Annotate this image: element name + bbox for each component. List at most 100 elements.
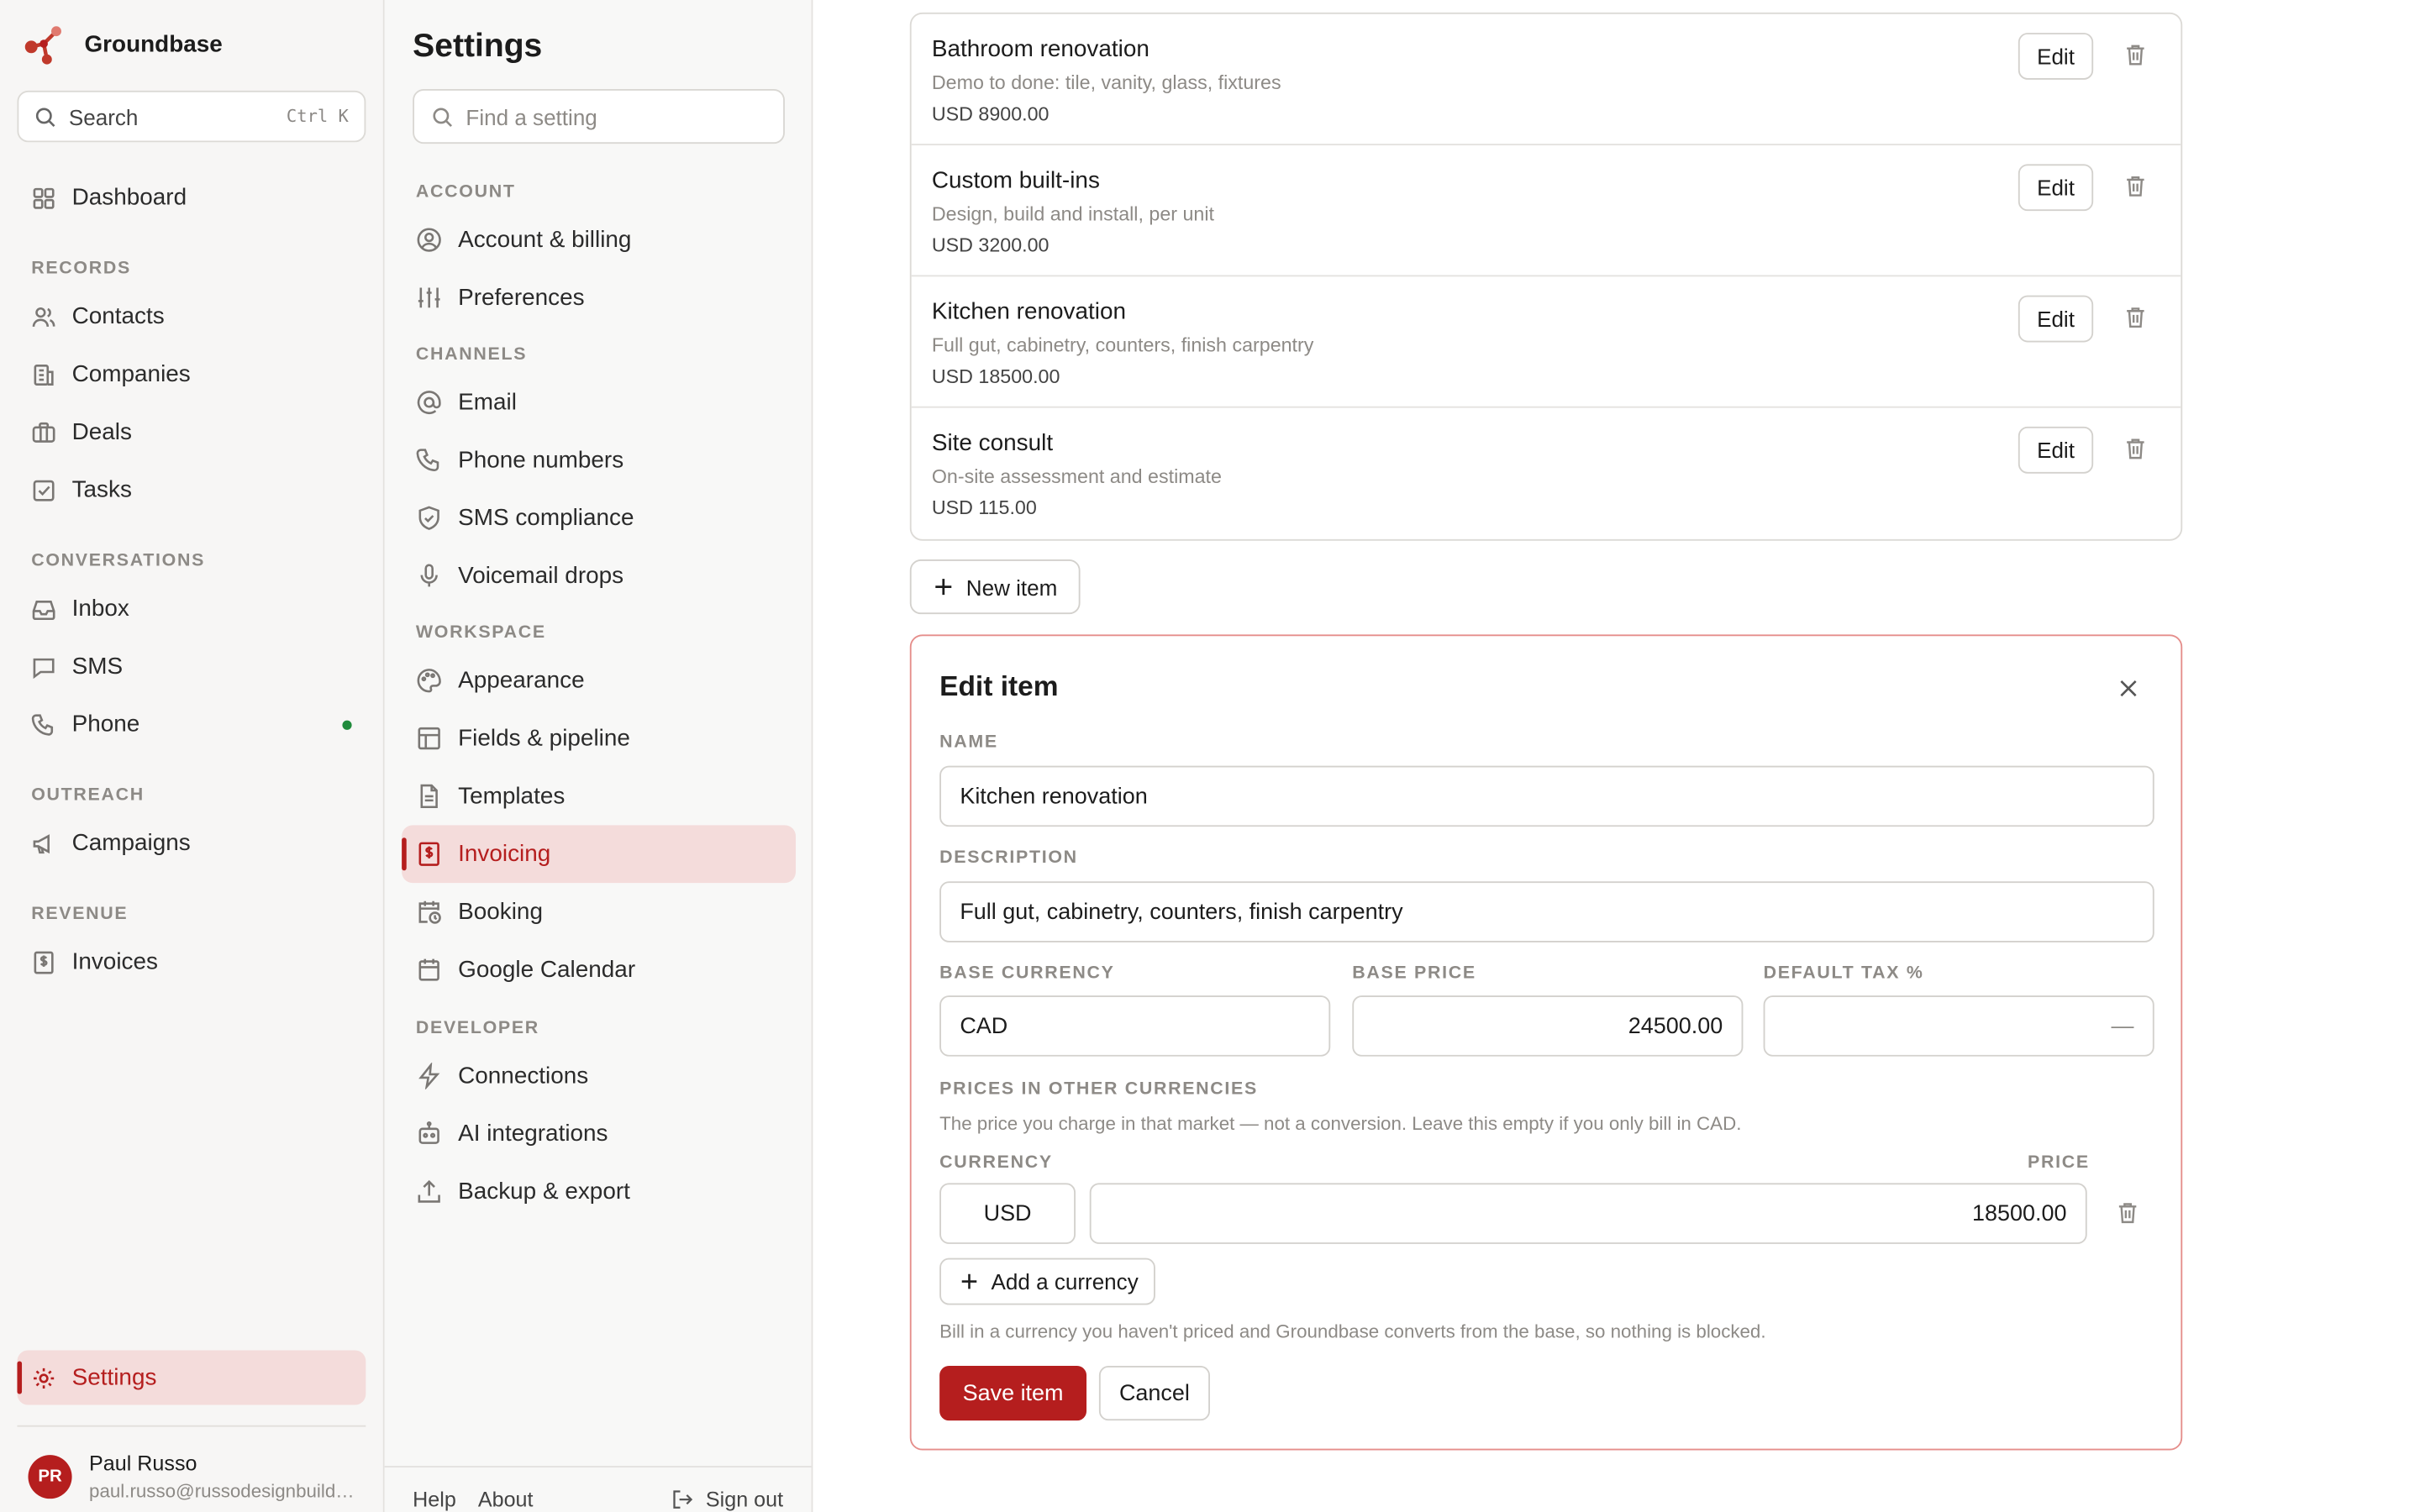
new-item-label: New item	[965, 574, 1058, 600]
help-link[interactable]: Help	[413, 1488, 456, 1511]
settings-label: Phone numbers	[458, 447, 624, 474]
global-search[interactable]: Search Ctrl K	[17, 90, 366, 143]
nav-group-revenue: REVENUE	[31, 905, 129, 924]
settings-item-sms-compliance[interactable]: SMS compliance	[402, 489, 796, 547]
item-price: USD 8900.00	[931, 102, 1050, 125]
invoice-icon	[416, 841, 443, 868]
base-currency-field[interactable]: CAD	[939, 995, 1331, 1057]
settings-item-preferences[interactable]: Preferences	[402, 269, 796, 327]
edit-button[interactable]: Edit	[2018, 33, 2094, 80]
settings-item-appearance[interactable]: Appearance	[402, 652, 796, 710]
default-tax-field[interactable]: —	[1763, 995, 2154, 1057]
settings-item-account-billing[interactable]: Account & billing	[402, 211, 796, 269]
currency-price-value: 18500.00	[1972, 1200, 2067, 1226]
nav-item-dashboard[interactable]: Dashboard	[17, 171, 366, 225]
item-name: Custom built-ins	[931, 167, 1100, 194]
description-field[interactable]: Full gut, cabinetry, counters, finish ca…	[939, 881, 2154, 942]
nav-item-invoices[interactable]: Invoices	[17, 935, 366, 990]
sign-out-button[interactable]: Sign out	[671, 1488, 783, 1511]
nav-item-settings[interactable]: Settings	[17, 1350, 366, 1405]
settings-label: Backup & export	[458, 1178, 630, 1205]
other-prices-label: PRICES IN OTHER CURRENCIES	[939, 1079, 1258, 1099]
nav-item-campaigns[interactable]: Campaigns	[17, 816, 366, 870]
edit-button[interactable]: Edit	[2018, 426, 2094, 474]
trash-icon[interactable]	[2115, 1200, 2140, 1226]
settings-item-invoicing[interactable]: Invoicing	[402, 825, 796, 884]
nav-item-inbox[interactable]: Inbox	[17, 581, 366, 636]
nav-item-sms[interactable]: SMS	[17, 639, 366, 694]
trash-icon[interactable]	[2123, 436, 2150, 463]
item-description: Demo to done: tile, vanity, glass, fixtu…	[931, 71, 1281, 94]
settings-label: Google Calendar	[458, 956, 636, 984]
nav-item-companies[interactable]: Companies	[17, 347, 366, 402]
base-currency-label: BASE CURRENCY	[939, 963, 1115, 984]
briefcase-icon	[31, 420, 56, 445]
add-currency-label: Add a currency	[991, 1268, 1139, 1294]
settings-group-workspace: WORKSPACE	[415, 623, 546, 643]
item-name: Bathroom renovation	[931, 35, 1150, 63]
base-currency-value: CAD	[960, 1013, 1008, 1039]
settings-item-google-calendar[interactable]: Google Calendar	[402, 941, 796, 999]
base-price-field[interactable]: 24500.00	[1352, 995, 1744, 1057]
nav-label: Phone	[71, 711, 140, 738]
settings-item-voicemail-drops[interactable]: Voicemail drops	[402, 547, 796, 605]
settings-item-email[interactable]: Email	[402, 374, 796, 432]
edit-button[interactable]: Edit	[2018, 164, 2094, 212]
nav-label: Companies	[71, 360, 191, 388]
trash-icon[interactable]	[2123, 305, 2150, 332]
description-label: DESCRIPTION	[939, 848, 1078, 868]
divider	[17, 1425, 366, 1427]
nav-item-phone[interactable]: Phone	[17, 697, 366, 752]
currency-price-field[interactable]: 18500.00	[1089, 1183, 2087, 1244]
add-currency-button[interactable]: Add a currency	[939, 1257, 1155, 1305]
settings-item-backup-export[interactable]: Backup & export	[402, 1163, 796, 1221]
name-field[interactable]: Kitchen renovation	[939, 765, 2154, 827]
settings-label: Voicemail drops	[458, 562, 624, 590]
currency-value: USD	[983, 1200, 1032, 1226]
close-icon[interactable]	[2118, 678, 2140, 700]
settings-item-fields-pipeline[interactable]: Fields & pipeline	[402, 710, 796, 768]
about-link[interactable]: About	[478, 1488, 534, 1511]
base-price-value: 24500.00	[1628, 1013, 1723, 1039]
shield-check-icon	[416, 505, 443, 532]
cancel-button[interactable]: Cancel	[1098, 1366, 1210, 1421]
checkbox-icon	[31, 477, 56, 502]
settings-item-ai-integrations[interactable]: AI integrations	[402, 1105, 796, 1163]
user-profile[interactable]: PR Paul Russo paul.russo@russodesignbuil…	[28, 1452, 358, 1502]
nav-item-deals[interactable]: Deals	[17, 405, 366, 459]
calendar-icon	[416, 957, 443, 984]
settings-item-connections[interactable]: Connections	[402, 1047, 796, 1105]
default-tax-label: DEFAULT TAX %	[1763, 963, 1924, 984]
settings-label: Preferences	[458, 284, 585, 312]
megaphone-icon	[31, 831, 56, 856]
nav-item-contacts[interactable]: Contacts	[17, 289, 366, 344]
edit-button[interactable]: Edit	[2018, 295, 2094, 343]
building-icon	[31, 362, 56, 387]
user-email: paul.russo@russodesignbuild.com	[89, 1479, 359, 1502]
nav-label: Deals	[71, 418, 132, 446]
gear-icon	[31, 1365, 56, 1390]
invoice-icon	[31, 949, 56, 974]
settings-label: Connections	[458, 1063, 589, 1089]
trash-icon[interactable]	[2123, 174, 2150, 201]
save-item-button[interactable]: Save item	[939, 1366, 1087, 1421]
new-item-button[interactable]: New item	[909, 559, 1081, 615]
item-description: Design, build and install, per unit	[931, 202, 1214, 225]
brand[interactable]: Groundbase	[22, 22, 223, 66]
nav-label: Campaigns	[71, 829, 191, 857]
settings-group-channels: CHANNELS	[415, 345, 528, 365]
nav-label: Contacts	[71, 302, 165, 330]
trash-icon[interactable]	[2123, 42, 2150, 69]
name-label: NAME	[939, 732, 998, 752]
edit-item-panel: Edit item NAME Kitchen renovation DESCRI…	[909, 634, 2183, 1451]
at-sign-icon	[416, 389, 443, 416]
search-placeholder: Find a setting	[466, 103, 597, 129]
nav-item-tasks[interactable]: Tasks	[17, 463, 366, 517]
list-item: Site consult On-site assessment and esti…	[912, 408, 2181, 539]
currency-field[interactable]: USD	[939, 1183, 1076, 1244]
settings-item-booking[interactable]: Booking	[402, 883, 796, 941]
settings-item-templates[interactable]: Templates	[402, 767, 796, 825]
settings-search-input[interactable]: Find a setting	[413, 89, 785, 144]
settings-item-phone-numbers[interactable]: Phone numbers	[402, 431, 796, 489]
calendar-clock-icon	[416, 899, 443, 926]
